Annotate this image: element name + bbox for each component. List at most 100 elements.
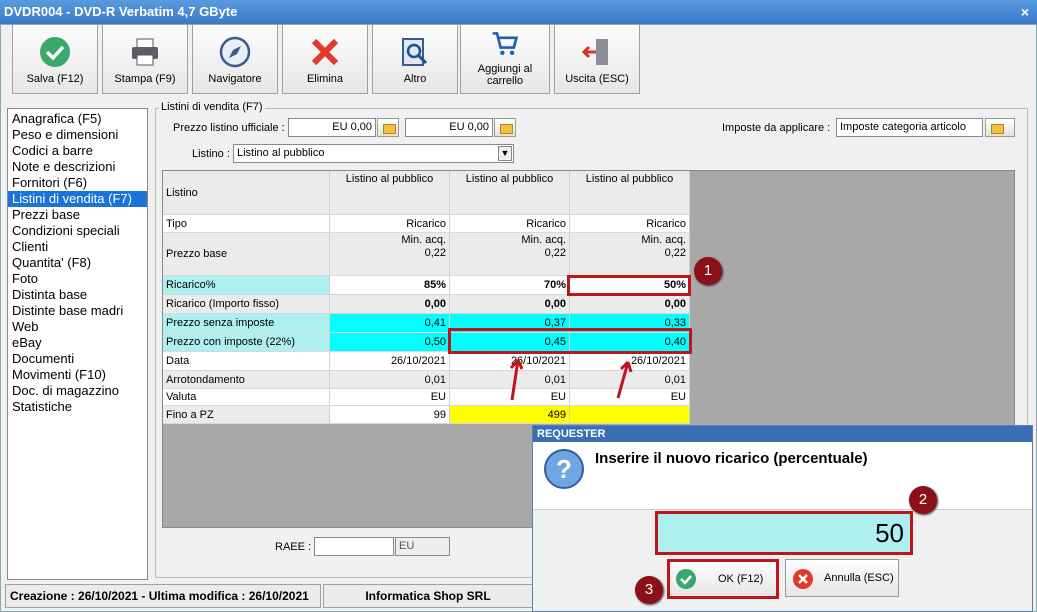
sidebar-item[interactable]: Distinta base — [12, 287, 147, 303]
sidebar-item[interactable]: Clienti — [12, 239, 147, 255]
row-label-text: Prezzo senza imposte — [166, 317, 275, 329]
grid-row-label: Ricarico% — [163, 276, 330, 295]
sidebar-item[interactable]: Foto — [12, 271, 147, 287]
sidebar-item[interactable]: Statistiche — [12, 399, 147, 415]
group-title: Listini di vendita (F7) — [159, 101, 265, 113]
navigator-label: Navigatore — [208, 73, 262, 85]
ricarico-input[interactable]: 50 — [655, 511, 913, 555]
sidebar-item[interactable]: Note e descrizioni — [12, 159, 147, 175]
sidebar-item[interactable]: Web — [12, 319, 147, 335]
header-text: Listino al pubblico — [345, 173, 434, 185]
grid-cell[interactable]: 26/10/2021 — [330, 352, 450, 371]
ok-button[interactable]: OK (F12) — [667, 559, 779, 599]
sidebar-item[interactable]: Distinte base madri — [12, 303, 147, 319]
listino-label: Listino : — [192, 148, 230, 160]
sidebar-item[interactable]: Listini di vendita (F7) — [8, 191, 147, 207]
window-title-bar: DVDR004 - DVD-R Verbatim 4,7 GByte × — [0, 0, 1037, 24]
grid-cell[interactable]: Min. acq. 0,22 — [330, 233, 450, 276]
grid-cell[interactable]: Ricarico — [450, 215, 570, 233]
close-icon[interactable]: × — [1021, 0, 1029, 24]
step-badge-3: 3 — [635, 576, 663, 604]
header-text: Listino al pubblico — [465, 173, 554, 185]
cancel-button[interactable]: Annulla (ESC) — [785, 559, 899, 597]
printer-icon — [132, 38, 158, 66]
status-company: Informatica Shop SRL — [323, 584, 533, 608]
folder-icon[interactable] — [494, 118, 516, 137]
print-button[interactable]: Stampa (F9) — [102, 24, 188, 94]
grid-cell[interactable]: 99 — [330, 406, 450, 424]
sidebar-item[interactable]: Condizioni speciali — [12, 223, 147, 239]
sidebar-item[interactable]: Documenti — [12, 351, 147, 367]
grid-row-label: Ricarico (Importo fisso) — [163, 295, 330, 314]
cell-line: Min. acq. — [521, 234, 566, 246]
cell-value: 0,01 — [424, 374, 446, 386]
chevron-down-icon[interactable]: ▼ — [498, 146, 512, 161]
sidebar-item[interactable]: Quantita' (F8) — [12, 255, 147, 271]
other-label: Altro — [403, 73, 427, 85]
cell-value: 0,00 — [424, 298, 446, 310]
svg-text:?: ? — [556, 454, 572, 484]
prezzo-listino-input-1[interactable]: EU 0,00 — [288, 118, 376, 137]
arrow-icon — [616, 360, 633, 399]
sidebar-item[interactable]: Anagrafica (F5) — [12, 111, 147, 127]
sidebar-item[interactable]: Movimenti (F10) — [12, 367, 147, 383]
listino-select[interactable]: Listino al pubblico ▼ — [233, 144, 514, 163]
grid-cell[interactable]: 0,01 — [330, 371, 450, 389]
add-to-cart-button[interactable]: Aggiungi al carrello — [460, 24, 550, 94]
row-label-text: Fino a PZ — [166, 409, 214, 421]
row-label-text: Ricarico (Importo fisso) — [166, 298, 280, 310]
exit-door-icon — [581, 39, 608, 65]
grid-row-label: Prezzo senza imposte — [163, 314, 330, 333]
grid-cell[interactable]: Ricarico — [330, 215, 450, 233]
raee-input[interactable] — [314, 537, 394, 556]
sidebar: Anagrafica (F5) Peso e dimensioni Codici a… — [7, 108, 148, 580]
save-button[interactable]: Salva (F12) — [12, 24, 98, 94]
row-label-text: Valuta — [166, 391, 197, 403]
grid-row-label: Prezzo con imposte (22%) — [163, 333, 330, 352]
exit-button[interactable]: Uscita (ESC) — [554, 24, 640, 94]
save-label: Salva (F12) — [26, 73, 84, 85]
sidebar-item[interactable]: Codici a barre — [12, 143, 147, 159]
row-label-text: Prezzo base — [166, 248, 228, 260]
imposte-input[interactable]: Imposte categoria articolo — [836, 118, 983, 137]
grid-cell[interactable]: Ricarico — [570, 215, 690, 233]
grid-row-label: Arrotondamento — [163, 371, 330, 389]
cell-line: 0,22 — [664, 247, 686, 259]
header-text: Listino al pubblico — [585, 173, 674, 185]
grid-cell[interactable]: 0,50 — [330, 333, 450, 352]
cell-value: 499 — [547, 409, 566, 421]
prezzo-listino-input-2[interactable]: EU 0,00 — [405, 118, 493, 137]
search-document-icon — [402, 38, 428, 66]
grid-cell[interactable]: Min. acq. 0,22 — [570, 233, 690, 276]
folder-icon[interactable] — [377, 118, 399, 137]
grid-cell[interactable]: 0,00 — [330, 295, 450, 314]
sidebar-item[interactable]: Doc. di magazzino — [12, 383, 147, 399]
cell-line: 0,22 — [424, 247, 446, 259]
folder-icon[interactable] — [985, 118, 1015, 137]
cell-value: 0,41 — [424, 317, 446, 329]
row-label-text: Arrotondamento — [166, 374, 245, 386]
cell-line: Min. acq. — [641, 234, 686, 246]
grid-cell[interactable]: 0,00 — [450, 295, 570, 314]
grid-cell[interactable]: EU — [330, 389, 450, 406]
navigator-button[interactable]: Navigatore — [192, 24, 278, 94]
grid-cell[interactable]: 85% — [330, 276, 450, 295]
sidebar-item[interactable]: Peso e dimensioni — [12, 127, 147, 143]
header-text: Listino — [166, 187, 198, 199]
sidebar-item[interactable]: Fornitori (F6) — [12, 175, 147, 191]
grid-cell[interactable]: 0,41 — [330, 314, 450, 333]
cell-value: Ricarico — [406, 218, 446, 230]
raee-unit: EU — [395, 537, 450, 556]
sidebar-item[interactable]: Prezzi base — [12, 207, 147, 223]
grid-cell[interactable]: Min. acq. 0,22 — [450, 233, 570, 276]
row-label-text: Prezzo con imposte (22%) — [166, 336, 295, 348]
cart-icon — [492, 32, 519, 56]
grid-cell[interactable]: 0,00 — [570, 295, 690, 314]
grid-cell[interactable]: 70% — [450, 276, 570, 295]
other-button[interactable]: Altro — [372, 24, 458, 94]
sidebar-item[interactable]: eBay — [12, 335, 147, 351]
delete-button[interactable]: Elimina — [282, 24, 368, 94]
row-label-text: Ricarico% — [166, 279, 216, 291]
row-label-text: Tipo — [166, 218, 187, 230]
dialog-title: REQUESTER — [533, 426, 1032, 442]
